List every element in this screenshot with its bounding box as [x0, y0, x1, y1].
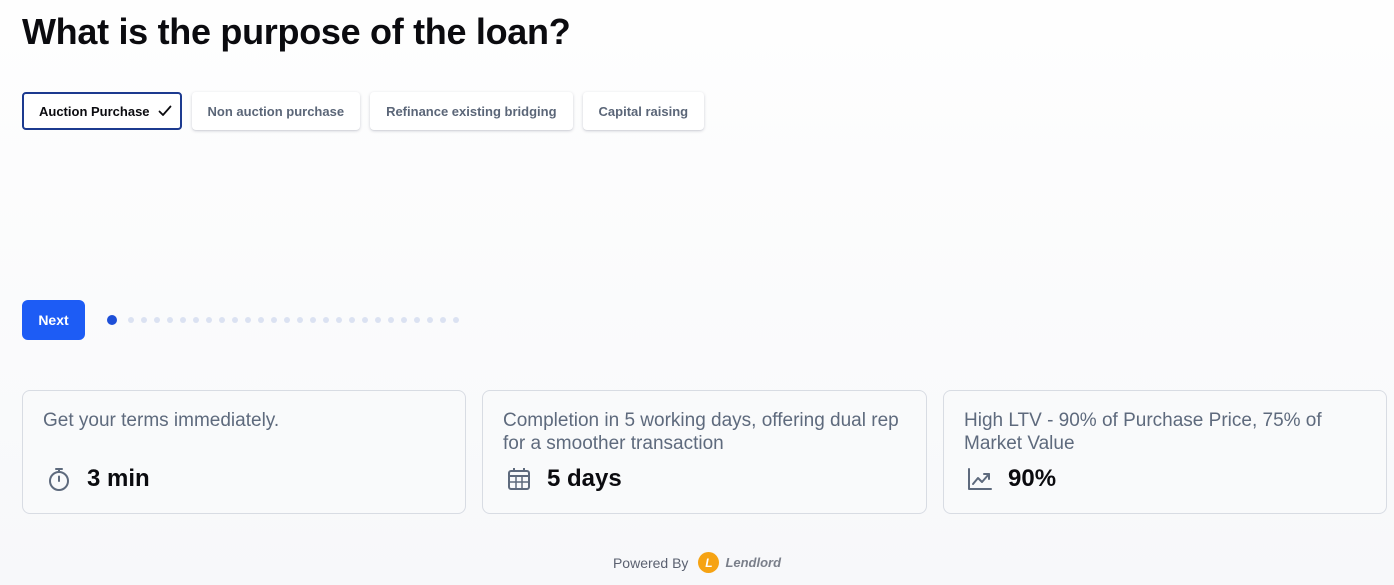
lendlord-logo[interactable]: L Lendlord [698, 552, 781, 573]
loan-purpose-options: Auction Purchase Non auction purchase Re… [22, 92, 705, 130]
option-auction-purchase[interactable]: Auction Purchase [22, 92, 182, 130]
option-label: Non auction purchase [207, 103, 345, 119]
progress-dot [258, 317, 264, 323]
progress-dot-active [107, 315, 117, 325]
progress-dot [141, 317, 147, 323]
progress-dot [310, 317, 316, 323]
progress-dot [245, 317, 251, 323]
next-button[interactable]: Next [22, 300, 85, 340]
lendlord-logo-icon: L [698, 552, 720, 573]
brand-name: Lendlord [725, 555, 782, 570]
progress-dot [180, 317, 186, 323]
progress-dot [414, 317, 420, 323]
progress-dot [128, 317, 134, 323]
page-title: What is the purpose of the loan? [22, 11, 571, 52]
progress-dot [154, 317, 160, 323]
feature-card-ltv: High LTV - 90% of Purchase Price, 75% of… [943, 390, 1387, 514]
progress-dot [284, 317, 290, 323]
feature-stat: 3 min [45, 465, 150, 493]
option-capital-raising[interactable]: Capital raising [582, 92, 705, 130]
progress-dot [427, 317, 433, 323]
option-label: Capital raising [598, 103, 689, 119]
progress-dot [167, 317, 173, 323]
feature-stat: 5 days [505, 465, 622, 493]
checkmark-icon [158, 104, 172, 118]
progress-dot [453, 317, 459, 323]
feature-value: 5 days [547, 465, 622, 492]
progress-dot [193, 317, 199, 323]
progress-dot [388, 317, 394, 323]
feature-card-completion: Completion in 5 working days, offering d… [482, 390, 927, 514]
option-label: Refinance existing bridging [386, 103, 557, 119]
progress-dot [375, 317, 381, 323]
progress-dot [206, 317, 212, 323]
powered-by-footer: Powered By L Lendlord [0, 552, 1394, 573]
progress-dot [349, 317, 355, 323]
progress-dot [271, 317, 277, 323]
progress-dot [336, 317, 342, 323]
progress-dot [232, 317, 238, 323]
calendar-icon [505, 465, 533, 493]
progress-dot [440, 317, 446, 323]
feature-value: 90% [1008, 465, 1057, 492]
trending-up-chart-icon [966, 465, 994, 493]
feature-card-terms: Get your terms immediately. 3 min [22, 390, 466, 514]
feature-description: Get your terms immediately. [43, 410, 280, 431]
progress-dot [297, 317, 303, 323]
feature-value: 3 min [87, 465, 150, 492]
loan-purpose-step: What is the purpose of the loan? Auction… [0, 0, 1394, 585]
option-non-auction-purchase[interactable]: Non auction purchase [191, 92, 361, 130]
feature-stat: 90% [966, 465, 1056, 493]
feature-description: High LTV - 90% of Purchase Price, 75% of… [964, 410, 1322, 454]
progress-dot [401, 317, 407, 323]
option-refinance-existing-bridging[interactable]: Refinance existing bridging [370, 92, 573, 130]
progress-dot [219, 317, 225, 323]
progress-dot [362, 317, 368, 323]
stopwatch-icon [45, 465, 73, 493]
progress-dot [323, 317, 329, 323]
step-progress-indicator [107, 315, 459, 325]
option-label: Auction Purchase [39, 103, 150, 119]
feature-cards: Get your terms immediately. 3 min Comple… [22, 390, 1387, 514]
feature-description: Completion in 5 working days, offering d… [503, 410, 899, 454]
powered-by-label: Powered By [612, 554, 689, 571]
